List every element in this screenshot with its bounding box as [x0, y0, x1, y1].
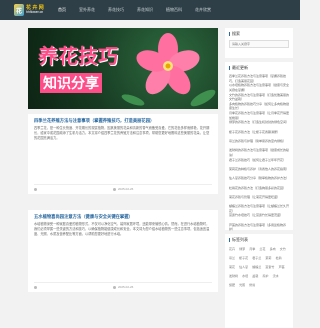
tags-heading: 标签列表	[229, 237, 248, 243]
banner-title: 养花技巧	[38, 44, 118, 68]
tag-link[interactable]: 盆栽	[252, 274, 258, 278]
latest-item[interactable]: 多肉植物的养殖技巧分享（如何让多肉植物健康生长）	[229, 102, 290, 111]
latest-item[interactable]: 富贵竹水培技巧（让富贵竹长得更茂盛）	[229, 213, 290, 222]
user-icon	[34, 187, 37, 191]
main-nav: 首页 室外养花 养花技巧 养花知识 植物百科 花卉欣赏	[58, 0, 224, 20]
tag-link[interactable]: 养护	[262, 274, 268, 278]
divider	[34, 282, 212, 283]
tag-cloud: 花卉 绿萝 月季 兰花 多肉 文竹 吊兰 栀子花 君子兰 茉莉 杜鹃 菊花 仙人…	[229, 246, 291, 291]
latest-item[interactable]: 杜鹃花的养殖方法（打造绚丽多彩的花园）	[229, 186, 290, 195]
nav-item-knowledge[interactable]: 养花知识	[137, 7, 153, 13]
nav-item-encyclopedia[interactable]: 植物百科	[166, 7, 182, 13]
tag-link[interactable]: 栀子花	[239, 256, 248, 260]
latest-item[interactable]: 吊兰的养殖与护理（简单易养的室内绿植）	[229, 139, 290, 148]
nav-item-tips[interactable]: 养花技巧	[108, 7, 124, 13]
search-widget: 搜索	[225, 28, 293, 58]
nav-item-home[interactable]: 首页	[58, 7, 66, 13]
post-excerpt: 四季兰花，是一种生长快速、开花期长的观赏植物，因其美丽的花朵和清新的香气而备受喜…	[34, 126, 210, 140]
tag-link[interactable]: 多肉	[270, 247, 276, 251]
post-title[interactable]: 五水植物喜尚园注意方法（健康与安全关键在掌握）	[34, 214, 133, 220]
latest-item[interactable]: 文竹的养殖方法与注意事项（打造优雅美丽的文竹盆栽）	[229, 93, 290, 102]
tag-link[interactable]: 蝴蝶兰	[252, 265, 261, 269]
site-header: 花 花 卉 网 hhflower.cn 首页 室外养花 养花技巧 养花知识 植物…	[0, 0, 300, 20]
banner-subtitle: 知识分享	[40, 73, 102, 93]
latest-item[interactable]: 蝴蝶兰养殖方法与注意事项（让蝴蝶兰长久开花）	[229, 204, 290, 213]
tag-link[interactable]: 施肥	[229, 283, 235, 287]
latest-item[interactable]: 绿萝的养殖方法（打造生机勃勃的绿色空间）	[229, 120, 290, 129]
latest-item[interactable]: 仙人掌养殖技巧分享（耐旱植物的养护方法）	[229, 176, 290, 185]
latest-item[interactable]: 君子兰养殖技巧（如何让君子兰年年开花）	[229, 158, 290, 167]
latest-heading: 最近更新	[229, 65, 248, 71]
tag-link[interactable]: 月季	[249, 247, 255, 251]
nav-item-outdoor[interactable]: 室外养花	[79, 7, 95, 13]
tag-link[interactable]: 仙人掌	[239, 265, 248, 269]
site-logo[interactable]: 花 花 卉 网 hhflower.cn	[14, 4, 48, 16]
post-card: 四季兰花养殖方法与注意事项（掌握养殖技巧，打造美丽花园） 四季兰花，是一种生长快…	[28, 114, 218, 194]
tag-link[interactable]: 绿萝	[239, 247, 245, 251]
post-date: 2025-02-26	[113, 187, 133, 191]
tag-link[interactable]: 茉莉	[265, 256, 271, 260]
user-icon	[34, 285, 37, 289]
post-date-text: 2025-02-26	[118, 285, 134, 289]
tag-link[interactable]: 浇水	[273, 274, 279, 278]
tag-link[interactable]: 文竹	[280, 247, 286, 251]
tag-link[interactable]: 芦荟	[279, 265, 285, 269]
tag-link[interactable]: 富贵竹	[265, 265, 274, 269]
nav-item-gallery[interactable]: 花卉欣赏	[195, 7, 211, 13]
divider	[34, 184, 212, 185]
latest-item[interactable]: 茉莉花的种植与养护（清香怡人的养花指南）	[229, 167, 290, 176]
clock-icon	[113, 285, 116, 289]
latest-item[interactable]: 栀子花养殖方法（让栀子花香飘满屋）	[229, 130, 290, 139]
tag-link[interactable]: 光照	[239, 283, 245, 287]
latest-item[interactable]: 芦荟的养殖方法与注意事项（多用途植物养护）	[229, 223, 290, 232]
tag-link[interactable]: 菊花	[229, 265, 235, 269]
clock-icon	[113, 187, 116, 191]
post-card: 五水植物喜尚园注意方法（健康与安全关键在掌握） 水培植物深受一种家庭喜爱的植物形…	[28, 210, 218, 292]
post-author	[34, 285, 39, 289]
latest-list: 四季兰花养殖方法与注意事项（掌握养殖技巧，打造美丽花园） 以水培植物养殖方法与注…	[229, 74, 290, 232]
logo-mark-text: 花	[16, 8, 23, 15]
latest-item[interactable]: 月季花养殖方法与注意事项（让月季花开得更加艳丽）	[229, 111, 290, 120]
tag-link[interactable]: 花卉	[229, 247, 235, 251]
search-heading: 搜索	[229, 31, 240, 37]
tag-link[interactable]: 兰花	[259, 247, 265, 251]
tag-link[interactable]: 君子兰	[252, 256, 261, 260]
search-input[interactable]	[229, 40, 289, 48]
latest-widget: 最近更新 四季兰花养殖方法与注意事项（掌握养殖技巧，打造美丽花园） 以水培植物养…	[225, 62, 293, 232]
post-date-text: 2025-02-26	[118, 187, 134, 191]
latest-item[interactable]: 四季兰花养殖方法与注意事项（掌握养殖技巧，打造美丽花园）	[229, 74, 290, 83]
post-date: 2025-02-26	[113, 285, 133, 289]
tag-link[interactable]: 修剪	[249, 283, 255, 287]
post-author	[34, 187, 39, 191]
tag-link[interactable]: 吊兰	[229, 256, 235, 260]
post-title[interactable]: 四季兰花养殖方法与注意事项（掌握养殖技巧，打造美丽花园）	[34, 118, 154, 124]
post-excerpt: 水培植物深受一种家庭喜爱的植物形式，不仅可以净化空气、装饰家居环境，还能带来愉悦…	[34, 222, 210, 236]
latest-item[interactable]: 以水培植物养殖方法与注意事项（健康与安全关键在掌握）	[229, 83, 290, 92]
banner[interactable]: 养花技巧 知识分享	[28, 28, 218, 109]
tag-link[interactable]: 杜鹃	[276, 256, 282, 260]
logo-icon: 花	[14, 4, 24, 16]
latest-item[interactable]: 菊花养殖与管理（让菊花开得更旺盛）	[229, 195, 290, 204]
tag-link[interactable]: 发财树	[229, 274, 238, 278]
tags-widget: 标签列表 花卉 绿萝 月季 兰花 多肉 文竹 吊兰 栀子花 君子兰 茉莉 杜鹃 …	[225, 234, 293, 328]
logo-subtitle: hhflower.cn	[26, 10, 44, 14]
latest-item[interactable]: 发财树的养殖方法与注意事项（健康成长的秘诀）	[229, 148, 290, 157]
tag-link[interactable]: 水培	[242, 274, 248, 278]
